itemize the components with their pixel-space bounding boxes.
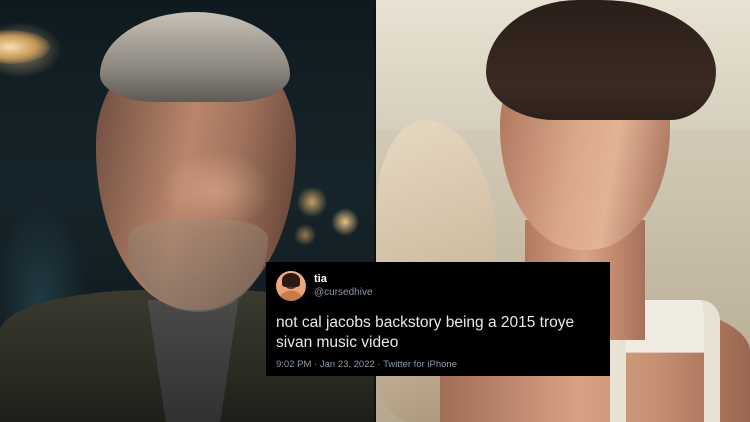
user-handle[interactable]: @cursedhive	[314, 288, 373, 298]
tweet-text: not cal jacobs backstory being a 2015 tr…	[276, 314, 575, 351]
tweet-card: tia @cursedhive not cal jacobs backstory…	[266, 262, 610, 376]
tweet-metadata: 9:02 PM · Jan 23, 2022 · Twitter for iPh…	[276, 359, 600, 370]
meta-separator: ·	[314, 359, 318, 370]
display-name[interactable]: tia	[314, 274, 373, 285]
tweet-time[interactable]: 9:02 PM	[276, 359, 311, 370]
tweet-source[interactable]: Twitter for iPhone	[383, 359, 457, 370]
tweet-date[interactable]: Jan 23, 2022	[320, 359, 375, 370]
profile-avatar-icon[interactable]	[276, 271, 306, 301]
man-hair	[100, 12, 290, 102]
tweet-header: tia @cursedhive	[276, 269, 600, 303]
lamp-glow	[0, 30, 50, 64]
meta-separator: ·	[377, 359, 381, 370]
meme-canvas: tia @cursedhive not cal jacobs backstory…	[0, 0, 750, 422]
tweet-user: tia @cursedhive	[314, 274, 373, 298]
